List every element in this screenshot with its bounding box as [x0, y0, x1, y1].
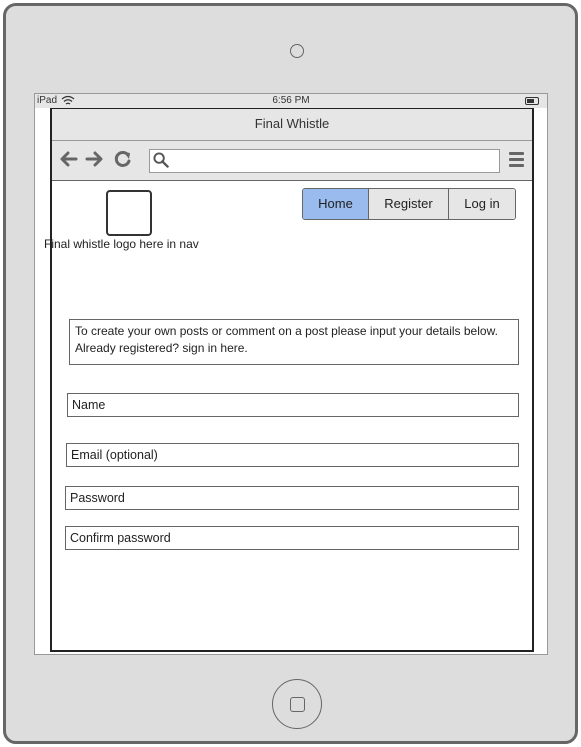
- status-bar: iPad 6:56 PM: [35, 94, 547, 108]
- battery-icon: [525, 97, 539, 105]
- status-time: 6:56 PM: [272, 95, 310, 106]
- password-field[interactable]: Password: [65, 486, 519, 510]
- home-square-icon: [290, 697, 305, 712]
- page-content: Final whistle logo here in nav Home Regi…: [44, 181, 532, 651]
- browser-window: Final Whistle Final whistle logo here in…: [44, 108, 534, 652]
- home-hardware-button[interactable]: [272, 679, 322, 729]
- nav-register-button[interactable]: Register: [369, 189, 449, 219]
- browser-toolbar: [52, 141, 532, 181]
- registration-info-text: To create your own posts or comment on a…: [69, 319, 519, 365]
- device-screen: iPad 6:56 PM Final Whistle Final whistle…: [34, 93, 548, 655]
- name-field[interactable]: Name: [67, 393, 519, 417]
- hamburger-menu-icon[interactable]: [509, 152, 524, 169]
- nav-login-button[interactable]: Log in: [449, 189, 515, 219]
- confirm-password-field[interactable]: Confirm password: [65, 526, 519, 550]
- back-arrow-icon[interactable]: [60, 150, 78, 168]
- browser-title: Final Whistle: [52, 109, 532, 141]
- camera-icon: [290, 44, 304, 58]
- logo-caption: Final whistle logo here in nav: [44, 237, 199, 251]
- reload-icon[interactable]: [114, 150, 132, 168]
- search-icon: [153, 152, 169, 168]
- forward-arrow-icon[interactable]: [85, 150, 103, 168]
- url-input[interactable]: [149, 149, 500, 173]
- email-field[interactable]: Email (optional): [66, 443, 519, 467]
- logo-placeholder[interactable]: [106, 190, 152, 236]
- nav-home-button[interactable]: Home: [303, 189, 369, 219]
- main-nav: Home Register Log in: [302, 188, 516, 220]
